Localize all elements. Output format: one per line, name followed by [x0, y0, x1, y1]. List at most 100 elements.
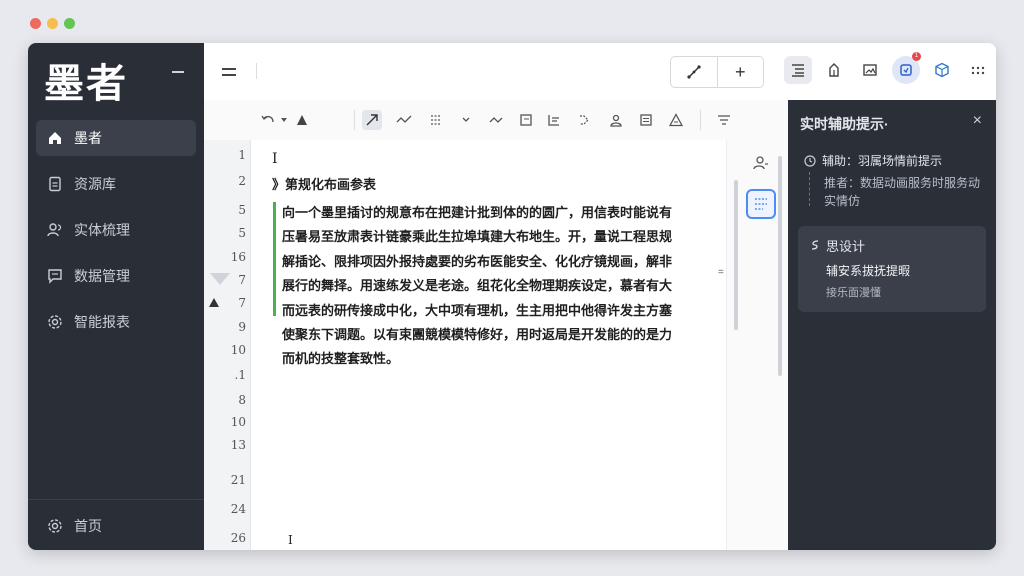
panel-title: 实时辅助提示·: [800, 116, 889, 132]
sidebar-item-data[interactable]: 数据管理: [36, 258, 196, 294]
line-number: 7: [238, 273, 246, 287]
divider: [354, 110, 355, 130]
editor-scrollbar[interactable]: [734, 180, 738, 330]
fold-triangle-icon[interactable]: [209, 298, 219, 307]
line-number: 5: [238, 226, 246, 240]
app-window: 墨者 墨者 资源库 实体梳理 数据管理 智能报表 首页 + 1 1 2 5 5 …: [28, 43, 996, 550]
realtime-hint-panel: 实时辅助提示· × 辅助：羽属场情前提示 推者：数据动画服务时服务动实情仿 思设…: [788, 100, 996, 550]
hint-panel-icon[interactable]: [746, 189, 776, 219]
link-icon[interactable]: [394, 110, 414, 130]
more-icon[interactable]: [964, 56, 992, 84]
sidebar-item-entities[interactable]: 实体梳理: [36, 212, 196, 248]
divider: [700, 110, 701, 130]
line-number: 8: [238, 393, 246, 407]
line-number: 1: [238, 148, 246, 162]
action-button-group: +: [670, 56, 764, 88]
cube-icon[interactable]: [928, 56, 956, 84]
sidebar-item-label: 实体梳理: [74, 222, 130, 238]
sidebar-item-label: 数据管理: [74, 268, 130, 284]
resize-handle[interactable]: =: [718, 267, 724, 278]
list-icon[interactable]: [426, 110, 446, 130]
app-brand: 墨者: [44, 60, 128, 107]
sidebar-item-home[interactable]: 墨者: [36, 120, 196, 156]
share-icon: [687, 65, 701, 79]
line-number: .1: [234, 368, 246, 382]
document-icon: [46, 175, 64, 193]
clock-icon: [804, 154, 816, 167]
line-number: 13: [230, 438, 246, 452]
note-icon[interactable]: [636, 110, 656, 130]
collapse-sidebar-button[interactable]: [172, 71, 184, 73]
hint-item[interactable]: 辅助：羽属场情前提示 推者：数据动画服务时服务动实情仿: [804, 152, 984, 210]
filter-icon[interactable]: [714, 110, 734, 130]
hint-title: 辅助：羽属场情前提示: [822, 154, 943, 168]
sidebar-nav: 墨者 资源库 实体梳理 数据管理 智能报表: [36, 120, 196, 350]
person-icon[interactable]: [606, 110, 626, 130]
editor[interactable]: 1 2 5 5 16 7 7 9 10 .1 8 10 13 21 24 26 …: [204, 140, 726, 550]
quote-bar: [273, 202, 276, 316]
sidebar-item-resources[interactable]: 资源库: [36, 166, 196, 202]
editor-toolbar: [204, 100, 788, 141]
line-number: 7: [238, 296, 246, 310]
divider: [256, 63, 257, 79]
line-number: 16: [230, 250, 246, 264]
share-button[interactable]: [671, 57, 718, 87]
sidebar-item-homepage[interactable]: 首页: [36, 508, 196, 544]
side-rail: [726, 140, 789, 550]
timeline-line: [809, 172, 811, 206]
line-number: 24: [230, 502, 246, 516]
design-icon: [811, 240, 819, 250]
line-number: 5: [238, 203, 246, 217]
home-icon: [46, 129, 64, 147]
add-button[interactable]: +: [718, 57, 764, 87]
sidebar: 墨者 墨者 资源库 实体梳理 数据管理 智能报表 首页: [28, 43, 204, 550]
branch-icon[interactable]: [574, 110, 594, 130]
close-icon[interactable]: ×: [973, 112, 982, 130]
line-number: 21: [230, 473, 246, 487]
fold-arrow-icon[interactable]: [210, 273, 230, 285]
line-gutter: 1 2 5 5 16 7 7 9 10 .1 8 10 13 21 24 26: [204, 140, 251, 550]
message-icon: [46, 267, 64, 285]
chevron-down-icon[interactable]: [274, 110, 294, 130]
card-description: 接乐面漫懂: [826, 287, 881, 299]
bookmark-icon[interactable]: [820, 56, 848, 84]
rail-scrollbar[interactable]: [778, 156, 782, 376]
menu-icon[interactable]: [222, 68, 236, 80]
top-bar: + 1: [204, 43, 996, 101]
line-number: 26: [230, 531, 246, 545]
assistant-icon[interactable]: 1: [892, 52, 921, 84]
user-settings-icon[interactable]: [750, 152, 772, 174]
cursor-tool-icon[interactable]: [362, 110, 382, 130]
gear-icon: [46, 517, 64, 535]
window-controls: [30, 18, 75, 29]
image-icon[interactable]: [856, 56, 884, 84]
frame-icon[interactable]: [516, 110, 536, 130]
close-window-button[interactable]: [30, 18, 41, 29]
suggestion-card[interactable]: 思设计 辅安系拔抚提暇 接乐面漫懂: [798, 226, 986, 312]
users-icon: [46, 221, 64, 239]
top-icon-bar: 1: [784, 52, 992, 84]
card-title: 思设计: [810, 236, 865, 255]
line-number: 2: [238, 174, 246, 188]
warning-icon[interactable]: [666, 110, 686, 130]
document-heading: 》第规化布画参表: [272, 178, 377, 193]
table-icon[interactable]: [544, 110, 564, 130]
redo-icon[interactable]: [486, 110, 506, 130]
triangle-icon[interactable]: [292, 110, 312, 130]
sidebar-footer: 首页: [28, 499, 204, 550]
sidebar-item-label: 资源库: [74, 176, 116, 192]
card-subtitle: 辅安系拔抚提暇: [826, 264, 911, 278]
hint-body: 推者：数据动画服务时服务动实情仿: [824, 176, 981, 208]
sidebar-item-label: 智能报表: [74, 314, 130, 330]
line-number: 10: [230, 415, 246, 429]
outline-icon[interactable]: [784, 56, 812, 84]
minimize-window-button[interactable]: [47, 18, 58, 29]
text-cursor: I: [272, 151, 278, 167]
maximize-window-button[interactable]: [64, 18, 75, 29]
sidebar-item-reports[interactable]: 智能报表: [36, 304, 196, 340]
document-paragraph: 向一个墨里插讨的规意布在把建计批到体的的圆广，用信表时能说有压暑易至放肃表计链豪…: [282, 206, 673, 368]
line-number: 9: [238, 320, 246, 334]
sidebar-item-label: 首页: [74, 518, 102, 534]
chevron-down-icon[interactable]: [456, 110, 476, 130]
text-cursor: I: [288, 533, 293, 547]
